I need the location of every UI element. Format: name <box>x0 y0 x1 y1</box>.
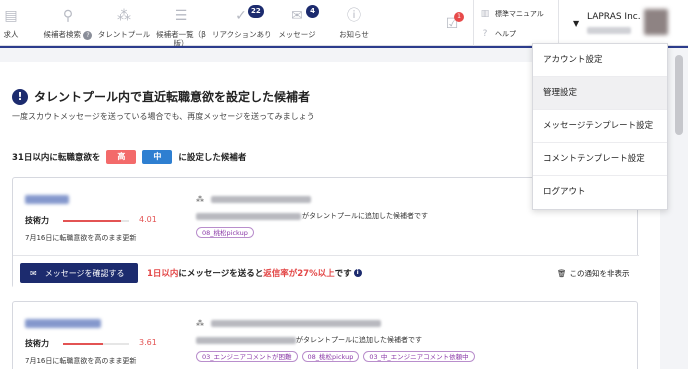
menu-item-message-templates[interactable]: メッセージテンプレート設定 <box>533 110 667 143</box>
nav-item-label: お知らせ <box>339 30 369 39</box>
trash-icon: 🗑 <box>557 269 567 278</box>
candidate-tag[interactable]: 08_桃松pickup <box>196 227 254 238</box>
candidate-tag[interactable]: 03_中_エンジニアコメント依頼中 <box>363 351 475 362</box>
update-note: 7月16日に転職意欲を高のまま更新 <box>25 357 137 365</box>
added-by-text: がタレントプールに追加した候補者です <box>296 336 422 344</box>
top-navigation-bar: ▤ 求人 ⚲ 候補者検索 ? ⁂ タレントプール ☰ 候補者一覧（β版） ✓ 2… <box>0 0 688 48</box>
callout-reply-rate: 返信率が27%以上 <box>263 269 335 279</box>
account-menu-toggle[interactable]: ▼ LAPRAS Inc. <box>565 0 688 46</box>
nav-item-jobs[interactable]: ▤ 求人 <box>0 0 22 46</box>
view-message-label: メッセージを確認する <box>44 268 125 278</box>
document-icon: ▤ <box>4 8 18 24</box>
filter-description: 31日以内に転職意欲を 高 中 に設定した候補者 <box>12 150 246 164</box>
nav-item-label: 求人 <box>3 30 19 39</box>
skill-bar <box>63 220 129 222</box>
filter-suffix: に設定した候補者 <box>178 153 247 163</box>
section-title: タレントプール内で直近転職意欲を設定した候補者 <box>34 90 311 104</box>
company-blurred <box>211 196 311 203</box>
recruiter-blurred <box>196 213 301 220</box>
message-count-badge: 4 <box>306 5 319 18</box>
card-footer: ✉ メッセージを確認する 1日以内 にメッセージを送ると 返信率が27%以上 で… <box>13 255 639 289</box>
menu-item-admin-settings[interactable]: 管理設定 <box>533 77 667 110</box>
skill-bar-fill <box>63 343 103 345</box>
tag-list: 03_エンジニアコメントが困難 08_桃松pickup 03_中_エンジニアコメ… <box>196 351 475 362</box>
people-icon: ⁂ <box>117 8 131 24</box>
nav-item-reactions[interactable]: ✓ 22 リアクションあり <box>212 0 272 46</box>
skill-bar <box>63 343 129 345</box>
nav-item-notices[interactable]: ⓘ お知らせ <box>332 0 376 46</box>
nav-item-label: 候補者検索 <box>43 30 82 39</box>
skill-bar-fill <box>63 220 122 222</box>
recruiter-blurred <box>196 337 296 344</box>
candidate-tag[interactable]: 08_桃松pickup <box>301 351 360 362</box>
nav-item-messages[interactable]: ✉ 4 メッセージ <box>272 0 322 46</box>
view-message-button[interactable]: ✉ メッセージを確認する <box>20 263 138 283</box>
nav-item-label: リアクションあり <box>212 30 272 39</box>
callout-text-end: です <box>334 269 352 279</box>
chip-mid: 中 <box>142 150 173 164</box>
chip-high: 高 <box>106 150 137 164</box>
help-icon[interactable]: ? <box>83 31 93 40</box>
menu-item-account-settings[interactable]: アカウント設定 <box>533 44 667 77</box>
info-icon: ⓘ <box>347 8 361 24</box>
help-label: ヘルプ <box>495 30 516 38</box>
manual-label: 標準マニュアル <box>495 10 544 18</box>
people-icon: ⁂ <box>196 319 204 328</box>
mail-icon: ✉ <box>30 268 37 278</box>
nav-item-candidate-list[interactable]: ☰ 候補者一覧（β版） <box>152 0 210 48</box>
nav-divider <box>473 0 474 46</box>
skill-value: 4.01 <box>139 215 157 224</box>
callout-emphasis: 1日以内 <box>147 269 179 279</box>
nav-item-label: メッセージ <box>278 30 316 39</box>
candidate-card: 技術力 3.61 7月16日に転職意欲を高のまま更新 ⁂ がタレントプールに追加… <box>12 301 638 369</box>
people-icon: ⁂ <box>196 195 204 204</box>
callout-text: にメッセージを送ると <box>178 269 264 279</box>
reaction-count-badge: 22 <box>248 5 264 18</box>
tasks-count-badge: 1 <box>454 12 464 22</box>
update-note: 7月16日に転職意欲を高のまま更新 <box>25 234 137 242</box>
section-subtitle: 一度スカウトメッセージを送っている場合でも、再度メッセージを送ってみましょう <box>12 112 315 121</box>
account-user-blurred <box>587 27 631 34</box>
reply-rate-callout: 1日以内 にメッセージを送ると 返信率が27%以上 です i <box>147 267 362 279</box>
tasks-button[interactable]: ☑ 1 <box>440 0 464 46</box>
candidate-name-blurred[interactable] <box>25 195 69 204</box>
nav-item-label: タレントプール <box>97 30 151 39</box>
help-link[interactable]: ? ヘルプ <box>480 29 516 39</box>
skill-label: 技術力 <box>25 216 49 225</box>
menu-item-comment-templates[interactable]: コメントテンプレート設定 <box>533 143 667 176</box>
menu-item-logout[interactable]: ログアウト <box>533 176 667 209</box>
scrollbar-thumb[interactable] <box>675 55 683 135</box>
search-icon: ⚲ <box>62 8 74 24</box>
filter-prefix: 31日以内に転職意欲を <box>12 153 101 163</box>
tag-list: 08_桃松pickup <box>196 227 254 238</box>
manual-link[interactable]: ▥ 標準マニュアル <box>480 9 544 19</box>
exclamation-icon: ! <box>12 88 28 105</box>
nav-item-candidate-search[interactable]: ⚲ 候補者検索 ? <box>40 0 96 46</box>
added-by-text: がタレントプールに追加した候補者です <box>302 212 428 220</box>
question-circle-icon: ? <box>482 29 488 39</box>
help-links: ▥ 標準マニュアル ? ヘルプ <box>480 0 558 46</box>
nav-divider <box>558 0 559 46</box>
caret-down-icon: ▼ <box>573 19 580 28</box>
skill-value: 3.61 <box>139 338 157 347</box>
candidate-name-blurred[interactable] <box>25 319 101 328</box>
book-icon: ▥ <box>480 9 490 19</box>
candidate-tag[interactable]: 03_エンジニアコメントが困難 <box>196 351 298 362</box>
company-blurred <box>211 320 381 327</box>
account-dropdown-menu: アカウント設定 管理設定 メッセージテンプレート設定 コメントテンプレート設定 … <box>532 43 668 210</box>
hide-notification-link[interactable]: 🗑 この通知を非表示 <box>557 268 630 279</box>
section-heading: ! タレントプール内で直近転職意欲を設定した候補者 <box>12 88 310 105</box>
info-icon[interactable]: i <box>353 269 362 277</box>
avatar[interactable] <box>644 9 668 35</box>
list-icon: ☰ <box>174 8 188 24</box>
skill-label: 技術力 <box>25 339 49 348</box>
account-name: LAPRAS Inc. <box>587 12 641 22</box>
hide-label: この通知を非表示 <box>569 269 630 278</box>
nav-item-talent-pool[interactable]: ⁂ タレントプール <box>96 0 152 46</box>
